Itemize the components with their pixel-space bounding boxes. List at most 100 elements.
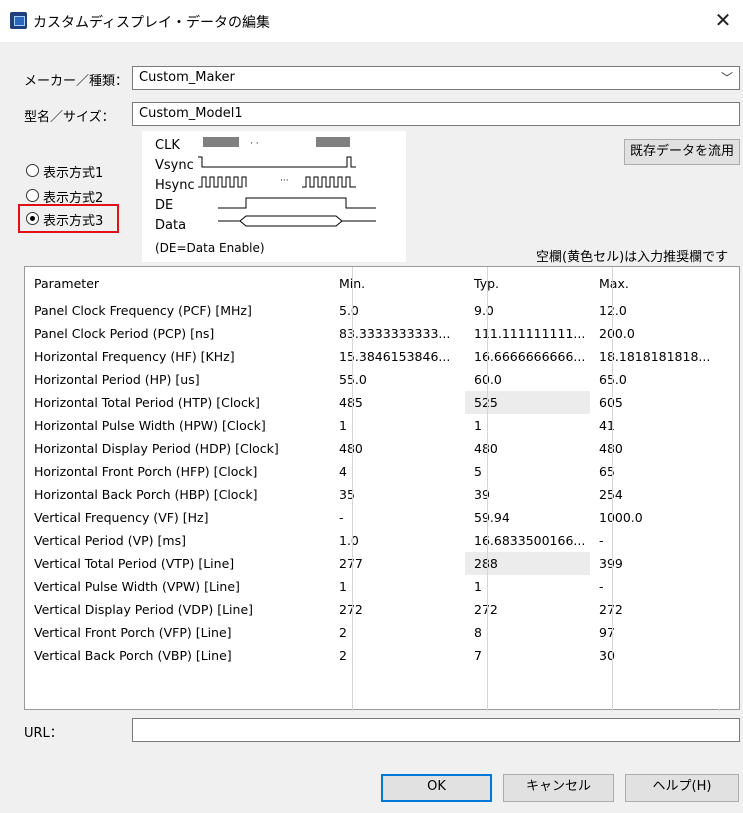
cell-min[interactable]: -	[330, 506, 465, 529]
table-row[interactable]: Horizontal Display Period (HDP) [Clock] 4…	[25, 437, 719, 460]
column-header-max[interactable]: Max.	[590, 267, 719, 299]
cell-max[interactable]: 30	[590, 644, 719, 667]
cell-typ[interactable]: 5	[465, 460, 590, 483]
ok-button[interactable]: OK	[381, 774, 492, 802]
cell-typ[interactable]: 60.0	[465, 368, 590, 391]
cell-max[interactable]: 200.0	[590, 322, 719, 345]
cell-typ[interactable]: 288	[465, 552, 590, 575]
input-hint: 空欄(黄色セル)は入力推奨欄です	[536, 250, 729, 265]
cell-typ[interactable]: 9.0	[465, 299, 590, 322]
cell-max[interactable]: 480	[590, 437, 719, 460]
table-row[interactable]: Panel Clock Period (PCP) [ns] 83.33333333…	[25, 322, 719, 345]
table-row[interactable]: Vertical Back Porch (VBP) [Line] 2 7 30	[25, 644, 719, 667]
cell-max[interactable]: 254	[590, 483, 719, 506]
cell-max[interactable]: 41	[590, 414, 719, 437]
table-row[interactable]: Panel Clock Frequency (PCF) [MHz] 5.09.01…	[25, 299, 719, 322]
table-row[interactable]: Vertical Pulse Width (VPW) [Line] 1 1-	[25, 575, 719, 598]
cell-min[interactable]: 277	[330, 552, 465, 575]
cell-parameter: Vertical Display Period (VDP) [Line]	[34, 602, 254, 617]
cell-max[interactable]: 97	[590, 621, 719, 644]
cell-max[interactable]: -	[590, 529, 719, 552]
cell-min[interactable]: 1	[330, 414, 465, 437]
cell-parameter: Vertical Period (VP) [ms]	[34, 533, 186, 548]
cell-parameter: Vertical Total Period (VTP) [Line]	[34, 556, 235, 571]
table-row[interactable]: Vertical Frequency (VF) [Hz] -59.94 1000.0	[25, 506, 719, 529]
cell-min[interactable]: 5.0	[330, 299, 465, 322]
cancel-button[interactable]: キャンセル	[503, 774, 614, 802]
column-header-parameter[interactable]: Parameter	[25, 267, 330, 299]
table-row[interactable]: Vertical Period (VP) [ms] 1.0 16.683350016…	[25, 529, 719, 552]
display-mode-1-label: 表示方式1	[43, 166, 104, 181]
cell-min[interactable]: 480	[330, 437, 465, 460]
cell-typ[interactable]: 1	[465, 414, 590, 437]
parameter-table[interactable]: Parameter Min. Typ. Max. Panel Clock Fre…	[24, 266, 740, 711]
diagram-note: (DE=Data Enable)	[155, 241, 265, 255]
cell-typ[interactable]: 16.6666666666...	[465, 345, 590, 368]
cell-max[interactable]: 18.1818181818...	[590, 345, 719, 368]
cell-typ[interactable]: 1	[465, 575, 590, 598]
url-field[interactable]	[132, 718, 740, 742]
close-button[interactable]: ✕	[703, 0, 743, 42]
table-row[interactable]: Horizontal Period (HP) [us] 55.060.065.0	[25, 368, 719, 391]
table-row[interactable]: Horizontal Front Porch (HFP) [Clock] 4 5 65	[25, 460, 719, 483]
table-row[interactable]: Horizontal Back Porch (HBP) [Clock] 35 39 2…	[25, 483, 719, 506]
cell-parameter: Horizontal Display Period (HDP) [Clock]	[34, 441, 279, 456]
table-row[interactable]: Horizontal Pulse Width (HPW) [Clock] 1 1 41	[25, 414, 719, 437]
cell-min[interactable]: 272	[330, 598, 465, 621]
cell-typ[interactable]: 525	[465, 391, 590, 414]
cell-max[interactable]: 272	[590, 598, 719, 621]
cell-min[interactable]: 2	[330, 644, 465, 667]
cell-min[interactable]: 485	[330, 391, 465, 414]
cell-typ[interactable]: 16.6833500166...	[465, 529, 590, 552]
cell-parameter: Vertical Front Porch (VFP) [Line]	[34, 625, 232, 640]
model-field[interactable]: Custom_Model1	[132, 102, 740, 126]
table-row[interactable]: Horizontal Frequency (HF) [KHz] 15.384615…	[25, 345, 719, 368]
cell-min[interactable]: 35	[330, 483, 465, 506]
cell-max[interactable]: 1000.0	[590, 506, 719, 529]
cell-parameter: Horizontal Frequency (HF) [KHz]	[34, 349, 235, 364]
cell-parameter: Vertical Pulse Width (VPW) [Line]	[34, 579, 240, 594]
reuse-existing-data-button[interactable]: 既存データを流用	[624, 139, 740, 165]
cell-max[interactable]: -	[590, 575, 719, 598]
cell-max[interactable]: 65.0	[590, 368, 719, 391]
selection-highlight-box	[18, 204, 119, 233]
url-label: URL：	[24, 726, 63, 741]
table-row[interactable]: Horizontal Total Period (HTP) [Clock] 485…	[25, 391, 719, 414]
chevron-down-icon[interactable]: ﹀	[721, 70, 733, 86]
table-row[interactable]: Vertical Display Period (VDP) [Line] 272 2…	[25, 598, 719, 621]
waveform-graphic: · · ···	[198, 137, 376, 227]
timing-diagram: CLK Vsync Hsync DE Data · · ··· (DE=Data…	[142, 131, 406, 262]
cell-typ[interactable]: 272	[465, 598, 590, 621]
cell-typ[interactable]: 111.111111111...	[465, 322, 590, 345]
cell-min[interactable]: 2	[330, 621, 465, 644]
cell-max[interactable]: 605	[590, 391, 719, 414]
cell-typ[interactable]: 7	[465, 644, 590, 667]
table-header-row: Parameter Min. Typ. Max.	[25, 267, 719, 299]
radio-indicator[interactable]	[26, 164, 39, 177]
help-button[interactable]: ヘルプ(H)	[625, 774, 739, 802]
cell-typ[interactable]: 8	[465, 621, 590, 644]
model-label: 型名／サイズ：	[24, 110, 115, 125]
column-header-min[interactable]: Min.	[330, 267, 465, 299]
column-header-typ[interactable]: Typ.	[465, 267, 590, 299]
radio-indicator[interactable]	[26, 189, 39, 202]
cell-max[interactable]: 399	[590, 552, 719, 575]
cell-typ[interactable]: 480	[465, 437, 590, 460]
cell-max[interactable]: 65	[590, 460, 719, 483]
maker-value: Custom_Maker	[139, 70, 235, 85]
cell-max[interactable]: 12.0	[590, 299, 719, 322]
cell-typ[interactable]: 59.94	[465, 506, 590, 529]
table-scroll-area[interactable]	[718, 267, 739, 709]
window-title: カスタムディスプレイ・データの編集	[33, 15, 271, 31]
cell-min[interactable]: 1.0	[330, 529, 465, 552]
cell-min[interactable]: 83.3333333333...	[330, 322, 465, 345]
cell-parameter: Vertical Frequency (VF) [Hz]	[34, 510, 209, 525]
cell-typ[interactable]: 39	[465, 483, 590, 506]
cell-min[interactable]: 1	[330, 575, 465, 598]
cell-min[interactable]: 55.0	[330, 368, 465, 391]
cell-min[interactable]: 15.3846153846...	[330, 345, 465, 368]
maker-combobox[interactable]: Custom_Maker ﹀	[132, 66, 740, 90]
table-row[interactable]: Vertical Total Period (VTP) [Line] 277 288…	[25, 552, 719, 575]
table-row[interactable]: Vertical Front Porch (VFP) [Line] 2 8 97	[25, 621, 719, 644]
cell-min[interactable]: 4	[330, 460, 465, 483]
